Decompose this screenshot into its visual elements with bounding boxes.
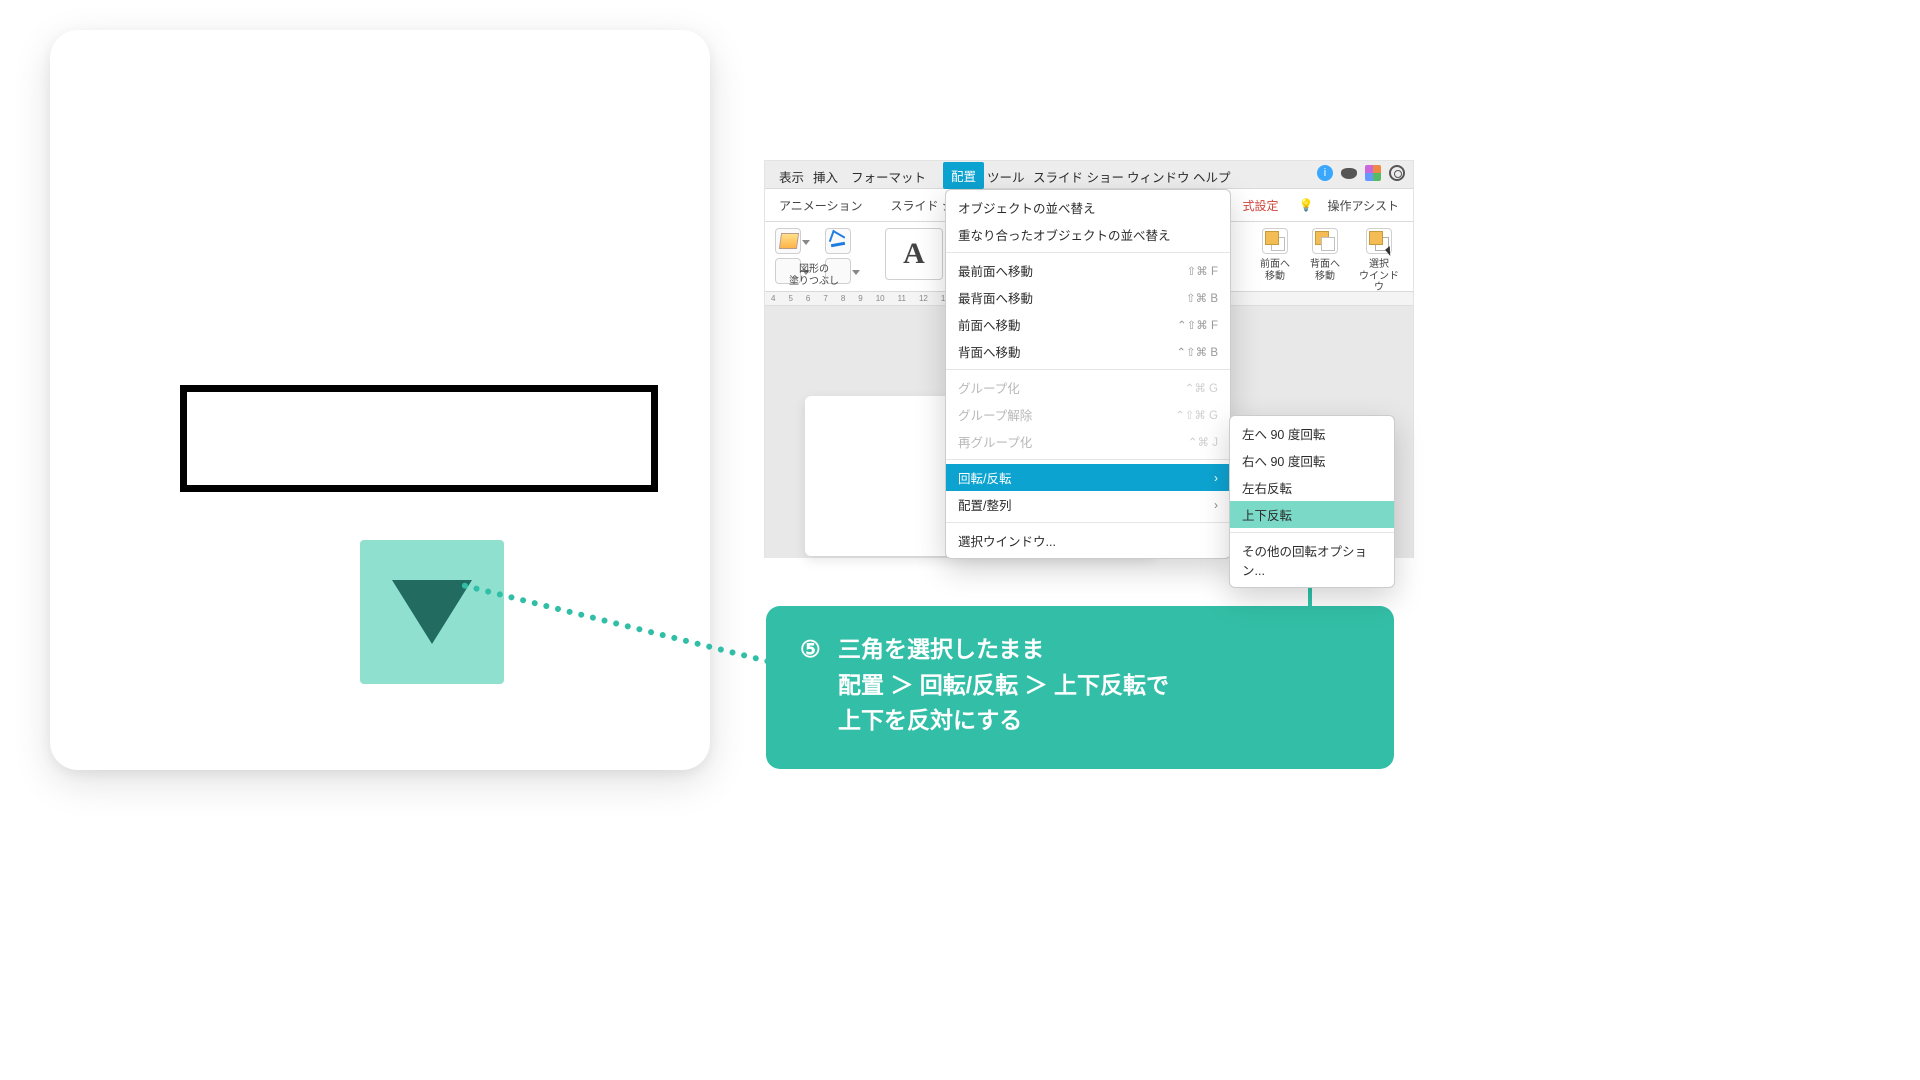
selection-pane-button[interactable] bbox=[1366, 228, 1392, 254]
send-backward-label: 背面へ 移動 bbox=[1305, 259, 1345, 282]
send-backward-button[interactable] bbox=[1312, 228, 1338, 254]
menu-item-regroup: 再グループ化⌃⌘ J bbox=[946, 428, 1230, 455]
menu-insert[interactable]: 挿入 bbox=[813, 167, 838, 186]
triangle-selected-shape bbox=[360, 540, 504, 684]
menu-window[interactable]: ウィンドウ bbox=[1127, 167, 1190, 186]
menu-format[interactable]: フォーマット bbox=[851, 167, 926, 186]
submenu-rotate-right[interactable]: 右へ 90 度回転 bbox=[1230, 447, 1394, 474]
bring-forward-label: 前面へ 移動 bbox=[1255, 259, 1295, 282]
menu-item-reorder[interactable]: オブジェクトの並べ替え bbox=[946, 194, 1230, 221]
text-style-button[interactable]: A bbox=[885, 228, 943, 280]
tab-shape-format[interactable]: 式設定 bbox=[1229, 197, 1293, 214]
app-screenshot: 表示 挿入 フォーマット 配置 ツール スライド ショー ウィンドウ ヘルプ i… bbox=[764, 160, 1414, 558]
info-icon[interactable]: i bbox=[1317, 165, 1333, 181]
submenu-flip-horizontal[interactable]: 左右反転 bbox=[1230, 474, 1394, 501]
palette-icon[interactable] bbox=[1365, 165, 1381, 181]
tab-tell-me[interactable]: 操作アシスト bbox=[1313, 197, 1413, 214]
menu-arrange-active[interactable]: 配置 bbox=[943, 162, 984, 189]
selection-pane-label: 選択 ウインドウ bbox=[1355, 259, 1403, 294]
menu-item-align[interactable]: 配置/整列› bbox=[946, 491, 1230, 518]
menu-item-send-backward[interactable]: 背面へ移動⌃⇧⌘ B bbox=[946, 338, 1230, 365]
bring-forward-button[interactable] bbox=[1262, 228, 1288, 254]
shape-outline-button[interactable] bbox=[825, 228, 851, 254]
submenu-rotate-left[interactable]: 左へ 90 度回転 bbox=[1230, 420, 1394, 447]
shape-fill-label: 図形の 塗りつぶし bbox=[769, 264, 859, 287]
menu-item-bring-to-front[interactable]: 最前面へ移動⇧⌘ F bbox=[946, 257, 1230, 284]
submenu-flip-vertical[interactable]: 上下反転 bbox=[1230, 501, 1394, 528]
menu-view[interactable]: 表示 bbox=[779, 167, 804, 186]
menu-item-selection-window[interactable]: 選択ウインドウ... bbox=[946, 527, 1230, 554]
shape-fill-button[interactable] bbox=[775, 228, 801, 254]
instruction-callout: ⑤三角を選択したまま 配置 ＞ 回転/反転 ＞ 上下反転で 上下を反対にする bbox=[766, 606, 1394, 769]
submenu-more-rotation[interactable]: その他の回転オプション... bbox=[1230, 537, 1394, 583]
menu-item-send-to-back[interactable]: 最背面へ移動⇧⌘ B bbox=[946, 284, 1230, 311]
lightbulb-icon: 💡 bbox=[1299, 198, 1314, 212]
menu-slideshow[interactable]: スライド ショー bbox=[1033, 167, 1124, 186]
record-icon[interactable] bbox=[1389, 165, 1405, 181]
menu-bar: 表示 挿入 フォーマット 配置 ツール スライド ショー ウィンドウ ヘルプ i bbox=[765, 161, 1413, 189]
tab-animation[interactable]: アニメーション bbox=[765, 197, 877, 214]
cloud-icon[interactable] bbox=[1341, 168, 1357, 179]
rectangle-shape bbox=[180, 385, 658, 492]
menu-help[interactable]: ヘルプ bbox=[1193, 167, 1231, 186]
menu-item-ungroup: グループ解除⌃⇧⌘ G bbox=[946, 401, 1230, 428]
menu-item-reorder-overlap[interactable]: 重なり合ったオブジェクトの並べ替え bbox=[946, 221, 1230, 248]
callout-line-1: 三角を選択したまま bbox=[838, 632, 1044, 668]
callout-line-3: 上下を反対にする bbox=[838, 703, 1022, 739]
triangle-icon bbox=[392, 580, 472, 644]
menu-item-bring-forward[interactable]: 前面へ移動⌃⇧⌘ F bbox=[946, 311, 1230, 338]
illustration-card bbox=[50, 30, 710, 770]
menu-item-rotate-flip[interactable]: 回転/反転› bbox=[946, 464, 1230, 491]
menu-item-group: グループ化⌃⌘ G bbox=[946, 374, 1230, 401]
rotate-submenu: 左へ 90 度回転 右へ 90 度回転 左右反転 上下反転 その他の回転オプショ… bbox=[1229, 415, 1395, 588]
arrange-menu: オブジェクトの並べ替え 重なり合ったオブジェクトの並べ替え 最前面へ移動⇧⌘ F… bbox=[945, 189, 1231, 559]
menu-tools[interactable]: ツール bbox=[987, 167, 1025, 186]
callout-line-2: 配置 ＞ 回転/反転 ＞ 上下反転で bbox=[838, 668, 1169, 704]
step-number: ⑤ bbox=[800, 632, 838, 668]
